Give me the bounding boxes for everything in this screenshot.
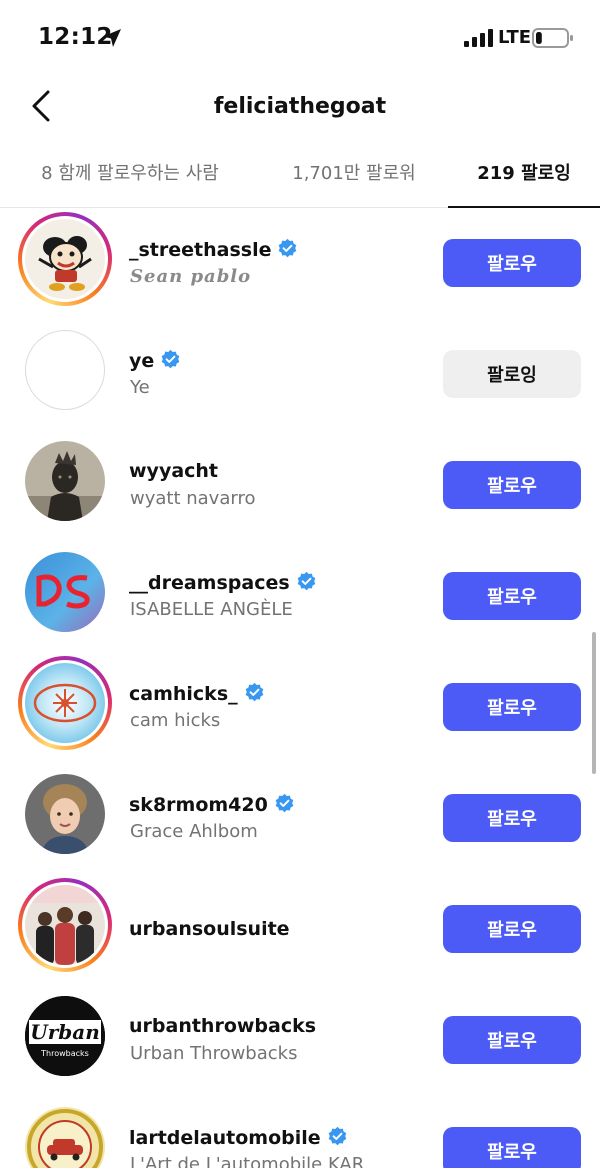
follow-button[interactable]: 팔로우 [443,1127,581,1168]
full-name: wyatt navarro [130,488,256,509]
username[interactable]: sk8rmom420 [129,793,295,816]
follow-button[interactable]: 팔로우 [443,461,581,509]
statue-avatar [25,441,105,521]
avatar-frame[interactable] [18,1100,112,1168]
list-item[interactable]: ye Ye 팔로잉 [0,319,600,429]
status-bar: 12:12 LTE [0,0,600,76]
story-ring[interactable] [18,878,112,972]
list-item[interactable]: __dreamspaces ISABELLE ANGÈLE 팔로우 [0,541,600,651]
battery-icon [532,28,573,48]
story-ring[interactable] [18,656,112,750]
username[interactable]: camhicks_ [129,682,265,705]
avatar-frame[interactable] [18,767,112,861]
follow-button[interactable]: 팔로우 [443,239,581,287]
username[interactable]: __dreamspaces [129,571,317,594]
avatar-frame[interactable] [18,434,112,528]
full-name: cam hicks [130,710,221,731]
follow-button[interactable]: 팔로우 [443,683,581,731]
scrollbar[interactable] [592,632,596,774]
tab-followers[interactable]: 1,701만 팔로워 [266,148,442,208]
list-item[interactable]: camhicks_ cam hicks 팔로우 [0,652,600,762]
tab-following[interactable]: 219 팔로잉 [448,148,600,208]
full-name: Urban Throwbacks [130,1043,298,1064]
username[interactable]: wyyacht [129,460,218,482]
full-name: L'Art de L'automobile KAR [130,1154,365,1168]
list-item[interactable]: lartdelautomobile L'Art de L'automobile … [0,1096,600,1168]
follow-button[interactable]: 팔로우 [443,905,581,953]
full-name: ISABELLE ANGÈLE [130,599,293,620]
full-name: Sean pablo [130,266,252,287]
group-photo-avatar [25,885,105,965]
list-item[interactable]: sk8rmom420 Grace Ahlbom 팔로우 [0,763,600,873]
svg-text:Throwbacks: Throwbacks [40,1049,89,1058]
list-item[interactable]: _streethassle Sean pablo 팔로우 [0,208,600,318]
follow-button[interactable]: 팔로우 [443,794,581,842]
verified-badge-icon [275,793,294,813]
verified-badge-icon [245,682,263,702]
full-name: Grace Ahlbom [130,821,258,842]
svg-text:Urban: Urban [30,1020,99,1044]
cellular-signal-icon [464,29,493,47]
username[interactable]: lartdelautomobile [129,1126,348,1149]
list-item[interactable]: urbansoulsuite 팔로우 [0,874,600,984]
avatar-frame[interactable] [18,545,112,639]
follow-button[interactable]: 팔로우 [443,1016,581,1064]
avatar-frame[interactable] [18,323,112,417]
verified-badge-icon [328,1126,346,1146]
following-button[interactable]: 팔로잉 [443,350,581,398]
blank-avatar [25,330,105,410]
following-list: _streethassle Sean pablo 팔로우 ye Ye 팔로잉 w… [0,208,600,1168]
list-item[interactable]: Urban Throwbacks urbanthrowbacks Urban T… [0,985,600,1095]
username[interactable]: urbansoulsuite [129,918,290,940]
verified-badge-icon [279,238,297,258]
list-item[interactable]: wyyacht wyatt navarro 팔로우 [0,430,600,540]
red-logo-avatar [25,552,105,632]
username[interactable]: urbanthrowbacks [129,1015,316,1037]
tab-bar: 8 함께 팔로우하는 사람 1,701만 팔로워 219 팔로잉 [0,148,600,208]
network-type: LTE [498,27,532,48]
car-badge-avatar [25,1107,105,1168]
star-emblem-avatar [25,663,105,743]
header: feliciathegoat [0,76,600,138]
full-name: Ye [130,377,150,398]
verified-badge-icon [297,571,316,591]
child-photo-avatar [25,774,105,854]
verified-badge-icon [161,349,180,369]
urban-logo-avatar: Urban Throwbacks [25,996,105,1076]
page-title: feliciathegoat [213,94,387,119]
username[interactable]: _streethassle [129,238,298,261]
follow-button[interactable]: 팔로우 [443,572,581,620]
story-ring[interactable] [18,212,112,306]
location-arrow-icon [103,29,121,47]
cartoon-character-avatar [25,219,105,299]
avatar-frame[interactable]: Urban Throwbacks [18,989,112,1083]
username[interactable]: ye [129,349,181,372]
tab-mutual-followers[interactable]: 8 함께 팔로우하는 사람 [20,148,240,208]
